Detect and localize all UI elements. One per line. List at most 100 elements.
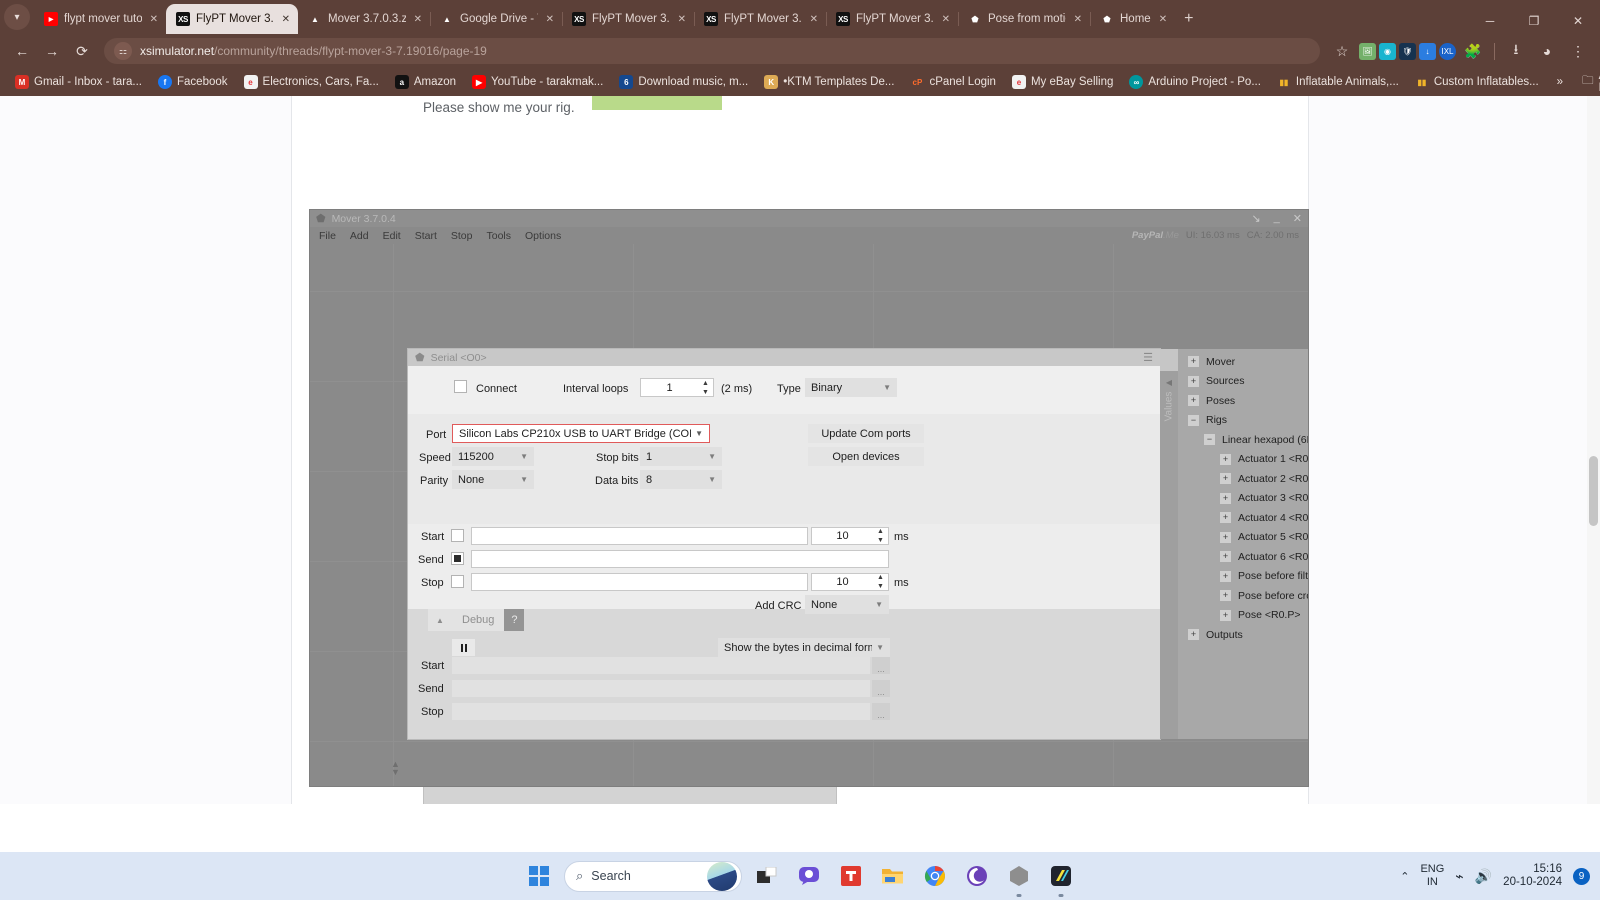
chat-icon[interactable] [792,859,826,893]
page-scrollbar-thumb[interactable] [1589,456,1598,526]
menu-tools[interactable]: Tools [487,230,512,242]
values-side-tab[interactable]: ◀ Values [1160,349,1178,739]
browser-tab-4[interactable]: XS FlyPT Mover 3.7 ✕ [562,4,694,34]
wifi-icon[interactable]: ⌁ [1455,868,1463,885]
stepper-arrows[interactable]: ▲▼ [873,574,888,590]
tab-search-icon[interactable]: ▾ [4,4,30,30]
forward-icon[interactable]: → [38,37,66,65]
tab-close-icon[interactable]: ✕ [808,14,820,25]
bookmark-item[interactable]: aAmazon [388,72,463,92]
clock[interactable]: 15:1620-10-2024 [1503,863,1562,889]
mover-app-screenshot[interactable]: ⬟ Mover 3.7.0.4 ↘ _ ✕ File Add Edit Star… [310,210,1308,786]
expand-toggle[interactable]: + [1220,454,1231,465]
speed-dropdown[interactable]: 115200 ▼ [452,447,534,466]
connect-checkbox[interactable] [454,380,467,393]
bookmark-item[interactable]: ▮▮Custom Inflatables... [1408,72,1546,92]
app-icon[interactable] [1044,859,1078,893]
start-message-checkbox[interactable] [451,529,464,542]
start-message-input[interactable] [471,527,808,545]
bookmark-item[interactable]: MGmail - Inbox - tara... [8,72,149,92]
debug-tab-strip[interactable]: ▲ Debug ? [428,609,524,631]
browser-tab-8[interactable]: Home ✕ [1090,4,1175,34]
tab-close-icon[interactable]: ✕ [676,14,688,25]
byte-format-dropdown[interactable]: Show the bytes in decimal format ▼ [718,638,890,657]
tree-node-sources[interactable]: +Sources [1178,372,1308,392]
stepper-up-icon[interactable]: ▲ [877,528,884,535]
site-settings-icon[interactable]: ⚏ [114,42,132,60]
tab-close-icon[interactable]: ✕ [544,14,556,25]
shield-extension-icon[interactable]: 🛡 [1399,43,1416,60]
tree-node-list[interactable]: +Mover +Sources +Poses −Rigs −Linear hex… [1178,349,1308,739]
bookmark-item[interactable]: cPcPanel Login [903,72,1003,92]
pause-icon[interactable] [452,639,475,656]
puzzle-extension-icon[interactable]: 🧩 [1459,37,1487,65]
tree-node-pose[interactable]: +Pose <R0.P> [1178,606,1308,626]
stepper-up-icon[interactable]: ▲ [877,574,884,581]
debug-start-more-button[interactable]: ... [872,657,890,674]
taskbar-search-box[interactable]: ⌕ Search [564,861,742,892]
task-view-icon[interactable] [750,859,784,893]
bookmark-star-icon[interactable]: ☆ [1328,37,1356,65]
browser-tab-5[interactable]: XS FlyPT Mover 3.7 | Pag ✕ [694,4,826,34]
tab-close-icon[interactable]: ✕ [412,14,424,25]
bookmark-item[interactable]: 6Download music, m... [612,72,755,92]
tree-node-actuator-6[interactable]: +Actuator 6 <R0.A6> [1178,547,1308,567]
add-crc-dropdown[interactable]: None ▼ [805,595,889,614]
page-scrollbar-track[interactable] [1587,96,1600,804]
download-icon[interactable]: ⭳ [1502,37,1530,65]
tree-node-actuator-3[interactable]: +Actuator 3 <R0.A3> [1178,489,1308,509]
stop-delay-stepper[interactable]: 10 ▲▼ [811,573,889,591]
minimize-button[interactable]: ─ [1468,14,1512,28]
update-com-ports-button[interactable]: Update Com ports [808,424,924,443]
profile-avatar[interactable]: ◕ [1533,37,1561,65]
language-indicator[interactable]: ENGIN [1420,863,1444,888]
tree-node-mover[interactable]: +Mover [1178,352,1308,372]
new-tab-button[interactable]: + [1175,10,1202,34]
stop-bits-dropdown[interactable]: 1 ▼ [640,447,722,466]
menu-options[interactable]: Options [525,230,561,242]
reload-icon[interactable]: ⟳ [68,37,96,65]
menu-file[interactable]: File [319,230,336,242]
volume-icon[interactable]: 🔊 [1475,868,1492,885]
browser-tab-6[interactable]: XS FlyPT Mover 3.7 | Pag ✕ [826,4,958,34]
mover-minimize-button[interactable]: _ [1274,212,1280,225]
tab-close-icon[interactable]: ✕ [280,14,292,25]
menu-add[interactable]: Add [350,230,369,242]
tab-close-icon[interactable]: ✕ [1157,14,1169,25]
menu-start[interactable]: Start [415,230,437,242]
tree-node-outputs[interactable]: +Outputs [1178,625,1308,645]
expand-toggle[interactable]: + [1220,610,1231,621]
bookmark-item[interactable]: ∞Arduino Project - Po... [1122,72,1268,92]
stepper-down-icon[interactable]: ▼ [877,583,884,590]
stepper-arrows[interactable]: ▲▼ [698,380,713,396]
stepper-down-icon[interactable]: ▼ [702,389,709,396]
tab-close-icon[interactable]: ✕ [148,14,160,25]
bookmark-item[interactable]: ▮▮Inflatable Animals,... [1270,72,1406,92]
menu-edit[interactable]: Edit [383,230,401,242]
file-explorer-icon[interactable] [876,859,910,893]
expand-toggle[interactable]: + [1220,590,1231,601]
expand-toggle[interactable]: + [1220,532,1231,543]
mover-restore-button[interactable]: ↘ [1251,212,1260,225]
debug-start-output[interactable] [452,657,870,674]
bittorrent-icon[interactable] [960,859,994,893]
tree-node-pose-before-cropping[interactable]: +Pose before cropping <R0.PBC> [1178,586,1308,606]
data-bits-dropdown[interactable]: 8 ▼ [640,470,722,489]
hamburger-icon[interactable]: ☰ [1143,351,1153,364]
mover-icon[interactable] [1002,859,1036,893]
stop-message-checkbox[interactable] [451,575,464,588]
tree-node-actuator-4[interactable]: +Actuator 4 <R0.A4> [1178,508,1308,528]
start-delay-stepper[interactable]: 10 ▲▼ [811,527,889,545]
search-highlight-image[interactable] [707,862,737,891]
stepper-down-icon[interactable]: ▼ [877,537,884,544]
open-devices-button[interactable]: Open devices [808,447,924,466]
browser-tab-2[interactable]: Mover 3.7.0.3.zip - Go ✕ [298,4,430,34]
collapse-toggle[interactable]: − [1188,415,1199,426]
chrome-icon[interactable] [918,859,952,893]
debug-tab-label[interactable]: Debug [452,609,504,631]
tree-node-actuator-5[interactable]: +Actuator 5 <R0.A5> [1178,528,1308,548]
notification-badge[interactable]: 9 [1573,868,1590,885]
canvas-scroll-arrows[interactable]: ▲ ▼ [389,760,402,776]
bookmark-item[interactable]: eElectronics, Cars, Fa... [237,72,386,92]
expand-toggle[interactable]: + [1220,571,1231,582]
